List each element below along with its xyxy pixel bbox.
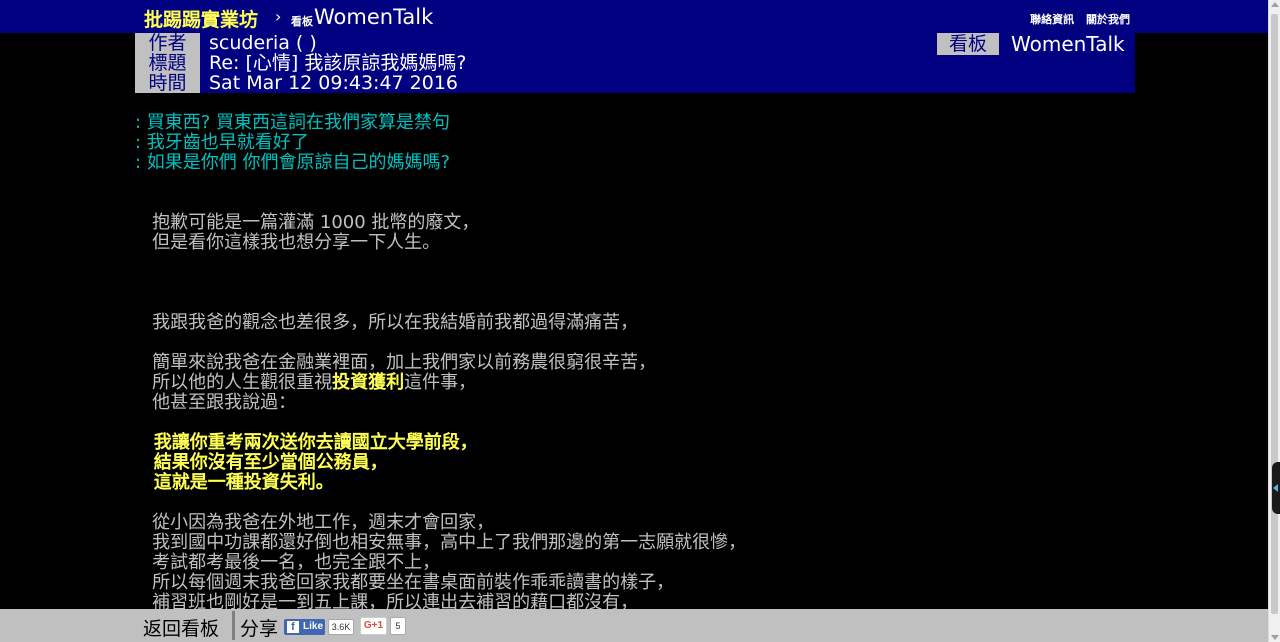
article-line: 所以他的人生觀很重視投資獲利這件事， xyxy=(135,373,1268,393)
article-line: 但是看你這樣我也想分享一下人生。 xyxy=(135,233,1268,253)
board-link[interactable]: WomenTalk xyxy=(314,5,433,29)
facebook-like-label: Like xyxy=(303,621,324,632)
quoted-line-text: : 如果是你們 你們會原諒自己的媽媽嗎? xyxy=(135,152,451,173)
article-line: : 買東西? 買東西這詞在我們家算是禁句 xyxy=(135,113,1268,133)
article-line xyxy=(135,413,1268,433)
article-line: 從小因為我爸在外地工作，週末才會回家， xyxy=(135,513,1268,533)
google-plus-button[interactable]: G+1 xyxy=(360,617,387,635)
article-line xyxy=(135,253,1268,273)
article-line xyxy=(135,493,1268,513)
author-tag: 作者 xyxy=(135,33,200,53)
article-meta-header: 作者 scuderia ( ) 標題 Re: [心情] 我該原諒我媽媽嗎? 時間… xyxy=(135,33,1135,93)
line-text: 所以每個週末我爸回家我都要坐在書桌面前裝作乖乖讀書的樣子， xyxy=(135,572,675,593)
board-value: WomenTalk xyxy=(1011,32,1125,56)
title-value: Re: [心情] 我該原諒我媽媽嗎? xyxy=(209,52,467,74)
breadcrumb-separator: › xyxy=(275,7,282,26)
article-line xyxy=(135,173,1268,193)
article-line: : 如果是你們 你們會原諒自己的媽媽嗎? xyxy=(135,153,1268,173)
article-line: 我到國中功課都還好倒也相安無事，高中上了我們那邊的第一志願就很慘， xyxy=(135,533,1268,553)
article-line xyxy=(135,333,1268,353)
article-line xyxy=(135,273,1268,293)
scroll-up-arrow-icon[interactable] xyxy=(1271,2,1279,7)
article-line: 簡單來說我爸在金融業裡面，加上我們家以前務農很窮很辛苦， xyxy=(135,353,1268,373)
highlighted-text: 結果你沒有至少當個公務員， xyxy=(135,452,388,473)
google-plus-count: 5 xyxy=(390,617,406,635)
article-line xyxy=(135,193,1268,213)
bottom-bar: 返回看板 分享 f Like 3.6K G+1 5 xyxy=(0,609,1268,642)
article-line: 所以每個週末我爸回家我都要坐在書桌面前裝作乖乖讀書的樣子， xyxy=(135,573,1268,593)
author-value: scuderia ( ) xyxy=(209,32,317,54)
time-tag: 時間 xyxy=(135,73,200,93)
scroll-thumb[interactable] xyxy=(1271,14,1278,614)
line-text: 所以他的人生觀很重視 xyxy=(135,372,333,393)
article-line: 我讓你重考兩次送你去讀國立大學前段， xyxy=(135,433,1268,453)
article-line: 抱歉可能是一篇灌滿 1000 批幣的廢文， xyxy=(135,213,1268,233)
share-label: 分享 xyxy=(240,618,279,640)
line-text: 簡單來說我爸在金融業裡面，加上我們家以前務農很窮很辛苦， xyxy=(135,352,657,373)
quoted-line-text: : 買東西? 買東西這詞在我們家算是禁句 xyxy=(135,112,451,133)
article-line: 他甚至跟我說過： xyxy=(135,393,1268,413)
top-navbar: 批踢踢實業坊 › 看板 WomenTalk 聯絡資訊 關於我們 xyxy=(0,0,1268,33)
facebook-icon: f xyxy=(287,621,299,633)
time-value: Sat Mar 12 09:43:47 2016 xyxy=(209,72,459,94)
article-line: : 我牙齒也早就看好了 xyxy=(135,133,1268,153)
highlighted-text: 投資獲利 xyxy=(332,372,405,393)
contact-link[interactable]: 聯絡資訊 xyxy=(1030,13,1074,26)
top-links: 聯絡資訊 關於我們 xyxy=(1022,11,1130,27)
site-title-link[interactable]: 批踢踢實業坊 xyxy=(144,5,258,32)
article-line: 考試都考最後一名，也完全跟不上， xyxy=(135,553,1268,573)
line-text: 他甚至跟我說過： xyxy=(135,392,297,413)
article-line: 我跟我爸的觀念也差很多，所以在我結婚前我都過得滿痛苦， xyxy=(135,313,1268,333)
about-link[interactable]: 關於我們 xyxy=(1086,13,1130,26)
bottom-divider xyxy=(232,611,235,640)
highlighted-text: 我讓你重考兩次送你去讀國立大學前段， xyxy=(135,432,478,453)
quoted-line-text: : 我牙齒也早就看好了 xyxy=(135,132,309,153)
article-content: : 買東西? 買東西這詞在我們家算是禁句: 我牙齒也早就看好了: 如果是你們 你… xyxy=(135,113,1268,613)
line-text: 但是看你這樣我也想分享一下人生。 xyxy=(135,232,441,253)
page-scrollbar[interactable] xyxy=(1268,0,1280,642)
back-to-board-button[interactable]: 返回看板 xyxy=(143,614,219,641)
article-line: 這就是一種投資失利。 xyxy=(135,473,1268,493)
side-panel-toggle-icon[interactable] xyxy=(1272,462,1280,514)
line-text: 考試都考最後一名，也完全跟不上， xyxy=(135,552,441,573)
article-line: 結果你沒有至少當個公務員， xyxy=(135,453,1268,473)
facebook-like-count: 3.6K xyxy=(328,619,354,635)
board-small-label: 看板 xyxy=(291,15,313,28)
line-text: 我到國中功課都還好倒也相安無事，高中上了我們那邊的第一志願就很慘， xyxy=(135,532,747,553)
highlighted-text: 這就是一種投資失利。 xyxy=(135,472,334,493)
line-text: 抱歉可能是一篇灌滿 1000 批幣的廢文， xyxy=(135,212,480,233)
line-text: 這件事， xyxy=(404,372,477,393)
facebook-like-button[interactable]: f Like xyxy=(284,619,325,635)
article-line xyxy=(135,293,1268,313)
line-text: 我跟我爸的觀念也差很多，所以在我結婚前我都過得滿痛苦， xyxy=(135,312,639,333)
title-tag: 標題 xyxy=(135,53,200,73)
board-tag: 看板 xyxy=(937,33,999,55)
line-text: 從小因為我爸在外地工作，週末才會回家， xyxy=(135,512,495,533)
scroll-down-arrow-icon[interactable] xyxy=(1271,635,1279,640)
